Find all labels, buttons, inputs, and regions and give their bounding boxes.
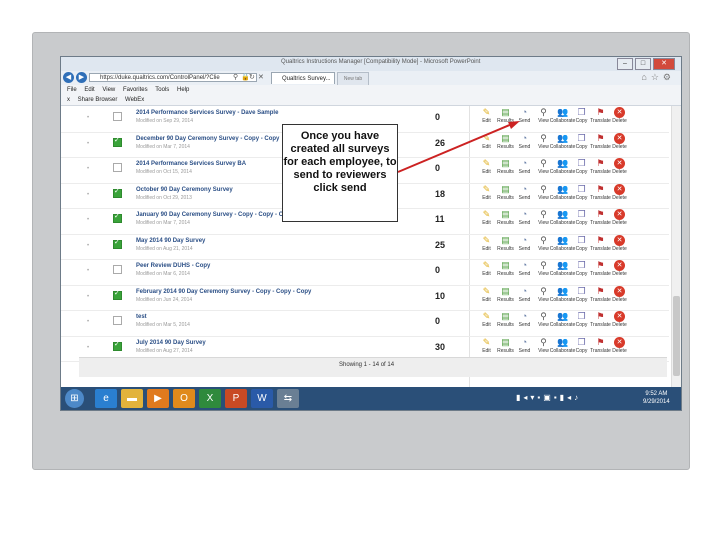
callout-arrow — [397, 121, 520, 173]
instruction-callout: Once you have created all surveys for ea… — [282, 124, 398, 222]
callout-text: Once you have created all surveys for ea… — [283, 130, 397, 194]
